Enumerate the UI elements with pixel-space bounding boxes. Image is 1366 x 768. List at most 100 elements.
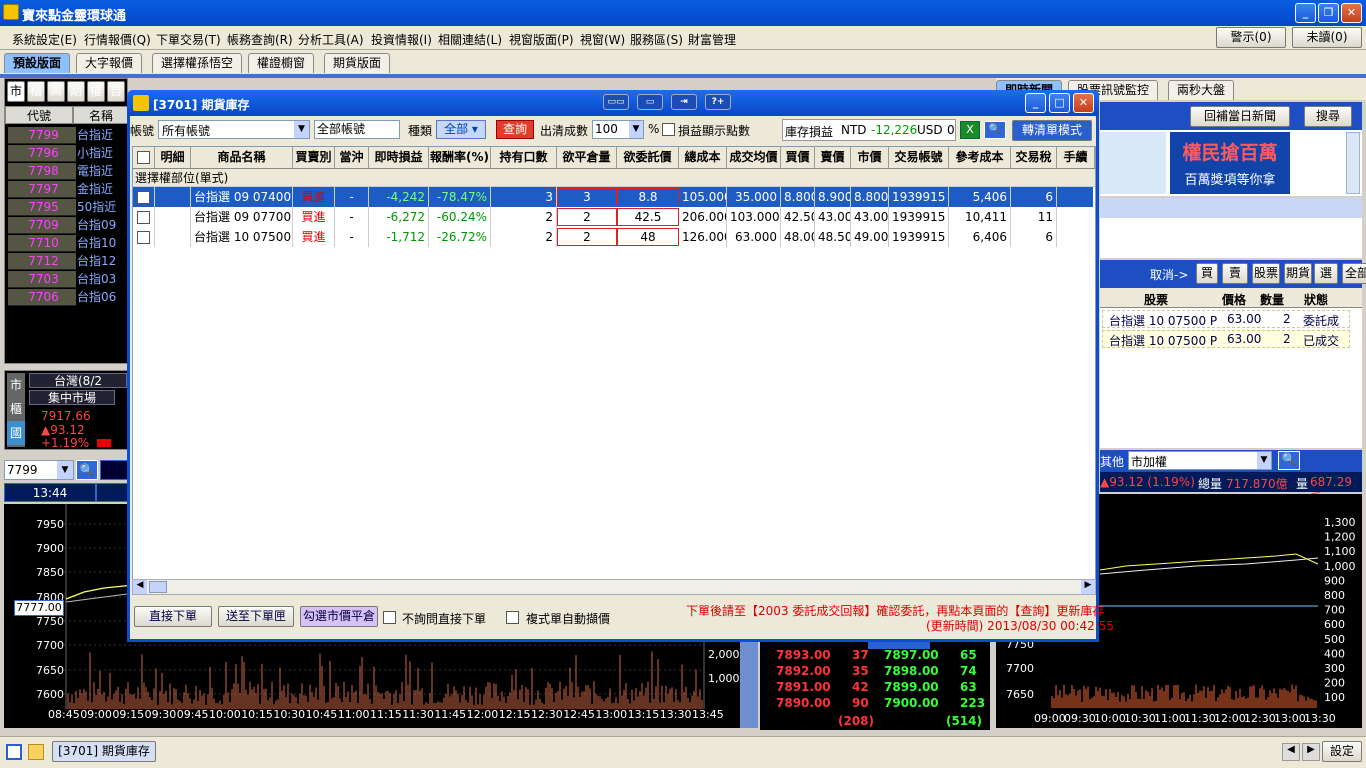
menu-info[interactable]: 投資情報(I)	[371, 31, 432, 48]
cell-close[interactable]: 2	[557, 228, 617, 246]
table-hscrollbar[interactable]: ◀ ▶	[132, 579, 1096, 595]
quote-col-code[interactable]: 代號	[5, 106, 73, 124]
all-accounts-field[interactable]: 全部帳號	[314, 120, 400, 139]
column-header[interactable]: 買價	[781, 147, 815, 168]
settings-button[interactable]: 設定	[1322, 741, 1362, 762]
dialog-minimize-button[interactable]: _	[1025, 93, 1046, 113]
order-filter-button[interactable]: 股票	[1252, 263, 1280, 284]
restore-button[interactable]: ❐	[1318, 3, 1339, 23]
dialog-close-button[interactable]: ✕	[1073, 93, 1094, 113]
order-filter-button[interactable]: 賣	[1222, 263, 1248, 284]
replay-news-button[interactable]: 回補當日新聞	[1190, 106, 1290, 127]
dialog-maximize-button[interactable]: □	[1049, 93, 1070, 113]
window-icon[interactable]: ▭	[637, 94, 663, 110]
tab-bigquote[interactable]: 大字報價	[76, 53, 143, 73]
account-select[interactable]: 所有帳號 ▼	[158, 120, 310, 139]
cell-price[interactable]: 48	[617, 228, 679, 246]
quote-row[interactable]: 7709 台指09	[5, 217, 130, 234]
tab-warrants[interactable]: 權證櫥窗	[248, 53, 315, 73]
zoom-icon[interactable]: 🔍	[984, 121, 1006, 139]
detail-cell[interactable]	[155, 207, 191, 227]
market-btn-self[interactable]: 自	[107, 81, 125, 102]
type-select[interactable]: 全部 ▾	[436, 120, 486, 139]
news-search-button[interactable]: 搜尋	[1304, 106, 1352, 127]
fill-ratio-select[interactable]: 100 ▼	[592, 120, 644, 139]
column-header[interactable]: 參考成本	[949, 147, 1011, 168]
cell-price[interactable]: 8.8	[617, 188, 679, 206]
menu-analysis[interactable]: 分析工具(A)	[298, 31, 364, 48]
menu-wealth[interactable]: 財富管理	[688, 31, 736, 48]
quote-row[interactable]: 7706 台指06	[5, 289, 130, 306]
market-close-button[interactable]: 勾選市價平倉	[300, 606, 378, 627]
side-tab-otc[interactable]: 櫃	[7, 397, 25, 421]
column-header[interactable]: 交易帳號	[889, 147, 949, 168]
search-icon[interactable]: 🔍	[76, 460, 98, 480]
market-btn-otc[interactable]: 櫃	[27, 81, 45, 102]
table-row[interactable]: 台指選 09 07700 P 買進 - -6,272 -60.24% 2 2 42.5 206.…	[133, 207, 1093, 227]
column-header[interactable]: 持有口數	[491, 147, 557, 168]
order-filter-button[interactable]: 全部	[1342, 263, 1366, 284]
list-mode-button[interactable]: 轉清單模式	[1012, 120, 1092, 141]
alert-button[interactable]: 警示(0)	[1216, 27, 1286, 48]
column-header[interactable]: 總成本	[679, 147, 727, 168]
cell-close[interactable]: 2	[557, 208, 617, 226]
scroll-thumb[interactable]	[149, 581, 167, 593]
ad-scrollbar[interactable]	[1346, 132, 1360, 194]
minimize-button[interactable]: _	[1295, 3, 1316, 23]
menu-window[interactable]: 視窗(W)	[580, 31, 625, 48]
table-row[interactable]: 台指選 09 07400 P 買進 - -4,242 -78.47% 3 3 8.8 105.0…	[133, 187, 1093, 207]
tab-twosec[interactable]: 兩秒大盤	[1168, 80, 1235, 100]
chevron-down-icon[interactable]: ▼	[1257, 452, 1271, 469]
market-select[interactable]: 市加權 ▼	[1128, 451, 1272, 470]
column-header[interactable]: 即時損益	[369, 147, 429, 168]
quote-row[interactable]: 7798 電指近	[5, 163, 130, 180]
column-header[interactable]: 市價	[851, 147, 889, 168]
chevron-down-icon[interactable]: ▼	[629, 121, 643, 138]
menu-links[interactable]: 相關連結(L)	[438, 31, 502, 48]
close-button[interactable]: ✕	[1341, 3, 1362, 23]
quote-row[interactable]: 7799 台指近	[5, 127, 130, 144]
quote-col-name[interactable]: 名稱	[73, 106, 129, 124]
menu-layout[interactable]: 視窗版面(P)	[509, 31, 574, 48]
search-icon[interactable]: 🔍	[1278, 451, 1300, 470]
column-header[interactable]: 交易稅	[1011, 147, 1057, 168]
row-checkbox[interactable]	[133, 207, 155, 227]
tab-default[interactable]: 預設版面	[4, 53, 71, 73]
table-row[interactable]: 台指選 10 07500 P 買進 - -1,712 -26.72% 2 2 48 126.00…	[133, 227, 1093, 247]
quote-row[interactable]: 7712 台指12	[5, 253, 130, 270]
side-tab-intl[interactable]: 國	[7, 421, 25, 445]
cell-close[interactable]: 3	[557, 188, 617, 206]
quote-row[interactable]: 7796 小指近	[5, 145, 130, 162]
market-btn-emerging[interactable]: 興	[47, 81, 65, 102]
ad-banner[interactable]: 權民搶百萬 百萬獎項等你拿	[1100, 130, 1362, 196]
menu-service[interactable]: 服務區(S)	[630, 31, 683, 48]
tab-futures[interactable]: 期貨版面	[324, 53, 391, 73]
order-row[interactable]: 台指選 10 07500 P63.002委託成功	[1102, 310, 1350, 345]
direct-order-button[interactable]: 直接下單	[134, 606, 212, 627]
market-btn-listed[interactable]: 市	[7, 81, 25, 102]
unread-button[interactable]: 未讀(0)	[1292, 27, 1362, 48]
symbol-select[interactable]: 7799 ▼	[4, 460, 74, 480]
next-page-icon[interactable]: ▶	[1302, 743, 1320, 761]
exit-icon[interactable]: ⇥	[671, 94, 697, 110]
quote-row[interactable]: 7797 金指近	[5, 181, 130, 198]
quote-row[interactable]: 7795 50指近	[5, 199, 130, 216]
column-header[interactable]: 手續	[1057, 147, 1095, 168]
cell-price[interactable]: 42.5	[617, 208, 679, 226]
chart-scrollbar[interactable]	[740, 640, 758, 728]
auto-price-checkbox[interactable]	[506, 611, 519, 624]
detail-cell[interactable]	[155, 227, 191, 247]
order-filter-button[interactable]: 選	[1314, 263, 1338, 284]
column-header[interactable]: 成交均價	[727, 147, 781, 168]
layout-icon[interactable]: ▭▭	[603, 94, 629, 110]
row-checkbox[interactable]	[133, 227, 155, 247]
chevron-down-icon[interactable]: ▼	[294, 121, 309, 138]
show-points-checkbox[interactable]	[662, 123, 675, 136]
row-checkbox[interactable]	[133, 187, 155, 207]
scroll-right-icon[interactable]: ▶	[1081, 580, 1095, 594]
quote-row[interactable]: 7703 台指03	[5, 271, 130, 288]
order-filter-button[interactable]: 期貨	[1284, 263, 1312, 284]
menu-trade[interactable]: 下單交易(T)	[156, 31, 221, 48]
window-list-icon[interactable]	[6, 744, 22, 760]
side-tab-listed[interactable]: 市	[7, 373, 25, 397]
